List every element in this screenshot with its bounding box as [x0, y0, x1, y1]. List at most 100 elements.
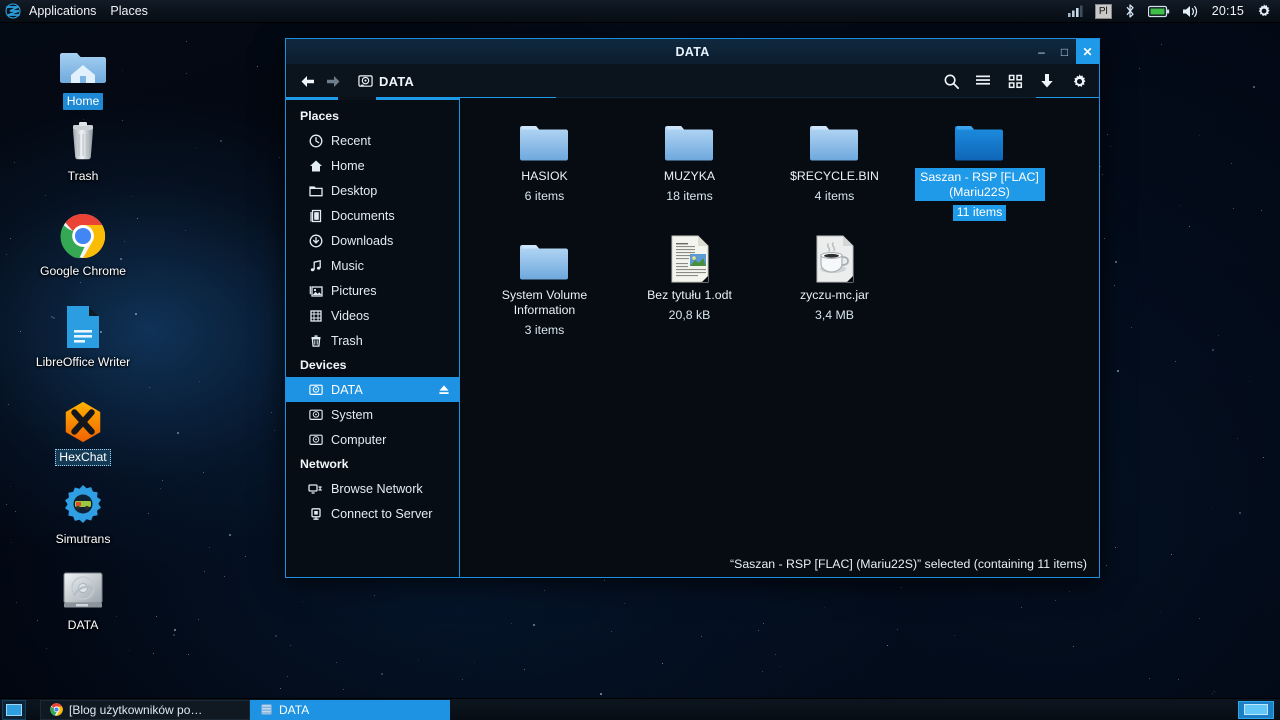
sidebar-item-system[interactable]: System: [286, 402, 459, 427]
file-item[interactable]: MUZYKA 18 items: [617, 108, 762, 227]
simutrans-icon: [59, 480, 107, 528]
file-item[interactable]: System Volume Information 3 items: [472, 227, 617, 345]
taskbar-item-label: DATA: [279, 702, 310, 717]
sidebar-item-desktop[interactable]: Desktop: [286, 178, 459, 203]
downloads-icon: [308, 233, 323, 248]
sidebar-item-label: Documents: [331, 208, 395, 223]
applications-menu[interactable]: Applications: [22, 1, 103, 21]
file-meta: 6 items: [524, 189, 565, 203]
taskbar-item[interactable]: [Blog użytkowników po…: [40, 699, 250, 720]
desktop-icon-label: Home: [62, 93, 104, 110]
keyboard-layout-indicator[interactable]: Pl: [1094, 2, 1112, 20]
home-icon: [308, 158, 323, 173]
gear-icon[interactable]: [1256, 2, 1272, 20]
folder-icon: [517, 233, 573, 283]
volume-icon[interactable]: [1182, 2, 1200, 20]
trash-icon: [308, 333, 323, 348]
sidebar-item-videos[interactable]: Videos: [286, 303, 459, 328]
libreoffice-writer-icon: [59, 303, 107, 351]
sidebar-section-places: Places: [300, 109, 339, 123]
status-text: “Saszan - RSP [FLAC] (Mariu22S)” selecte…: [730, 557, 1087, 571]
breadcrumb-label: DATA: [379, 73, 414, 89]
odt-document-icon: [662, 233, 718, 283]
sidebar-item-computer[interactable]: Computer: [286, 427, 459, 452]
file-item[interactable]: HASIOK 6 items: [472, 108, 617, 227]
sidebar-item-documents[interactable]: Documents: [286, 203, 459, 228]
file-view: HASIOK 6 items MUZYKA 18 items $RECYCLE.…: [460, 98, 1099, 577]
documents-icon: [308, 208, 323, 223]
search-icon[interactable]: [941, 71, 961, 91]
grid-view-icon[interactable]: [1005, 71, 1025, 91]
sidebar-item-pictures[interactable]: Pictures: [286, 278, 459, 303]
sidebar-item-trash[interactable]: Trash: [286, 328, 459, 353]
folder-icon: [662, 114, 718, 164]
file-item[interactable]: Saszan - RSP [FLAC] (Mariu22S) 11 items: [907, 108, 1052, 227]
sidebar-item-connect-to-server[interactable]: Connect to Server: [286, 501, 459, 526]
gear-icon[interactable]: [1069, 71, 1089, 91]
folder-icon: [807, 114, 863, 164]
sidebar-item-music[interactable]: Music: [286, 253, 459, 278]
maximize-button[interactable]: □: [1053, 39, 1076, 64]
sidebar-item-browse-network[interactable]: Browse Network: [286, 476, 459, 501]
videos-icon: [308, 308, 323, 323]
file-name: Saszan - RSP [FLAC] (Mariu22S): [914, 168, 1045, 201]
show-desktop-icon[interactable]: [2, 699, 26, 720]
desktop-icon-label: LibreOffice Writer: [35, 355, 131, 369]
taskbar-item[interactable]: DATA: [250, 699, 450, 720]
desktop-icon-hexchat[interactable]: HexChat: [28, 398, 138, 466]
eject-icon[interactable]: [437, 383, 451, 397]
music-note-icon: [308, 258, 323, 273]
drive-icon: [308, 432, 323, 447]
file-name: $RECYCLE.BIN: [790, 169, 879, 183]
workspace-switcher[interactable]: [1238, 700, 1274, 719]
sidebar-item-label: DATA: [331, 382, 363, 397]
places-menu[interactable]: Places: [103, 1, 155, 21]
window-title: DATA: [675, 44, 710, 59]
clock-icon: [308, 133, 323, 148]
workspace-1[interactable]: [1238, 700, 1274, 719]
pictures-icon: [308, 283, 323, 298]
battery-icon[interactable]: [1147, 2, 1170, 20]
bluetooth-icon[interactable]: [1124, 2, 1136, 20]
sidebar-section-network: Network: [300, 457, 349, 471]
desktop-screen: Applications Places Pl 20:15 Home Trash …: [0, 0, 1280, 720]
list-view-icon[interactable]: [973, 71, 993, 91]
zorin-logo-icon[interactable]: [4, 2, 22, 20]
desktop-icon-google-chrome[interactable]: Google Chrome: [28, 212, 138, 280]
desktop-folder-icon: [308, 183, 323, 198]
arrow-left-icon[interactable]: [294, 68, 320, 94]
sidebar-item-data[interactable]: DATA: [286, 377, 459, 402]
desktop-icon-libreoffice-writer[interactable]: LibreOffice Writer: [28, 303, 138, 371]
sidebar-item-downloads[interactable]: Downloads: [286, 228, 459, 253]
breadcrumb-data[interactable]: DATA: [352, 71, 420, 92]
google-chrome-icon: [49, 703, 63, 717]
desktop-icon-data-drive[interactable]: DATA: [28, 566, 138, 634]
drive-icon: [308, 407, 323, 422]
desktop-icon-simutrans[interactable]: Simutrans: [28, 480, 138, 548]
close-button[interactable]: ✕: [1076, 39, 1099, 64]
sidebar-item-recent[interactable]: Recent: [286, 128, 459, 153]
sidebar-item-label: Music: [331, 258, 364, 273]
file-meta: 4 items: [814, 189, 855, 203]
taskbar: [Blog użytkowników po… DATA: [0, 698, 1280, 720]
desktop-icon-label: HexChat: [55, 449, 111, 466]
sidebar-item-label: Desktop: [331, 183, 378, 198]
download-arrow-icon[interactable]: [1037, 71, 1057, 91]
desktop-icon-home[interactable]: Home: [28, 42, 138, 110]
window-title-bar[interactable]: DATA – □ ✕: [286, 39, 1099, 64]
sidebar-item-home[interactable]: Home: [286, 153, 459, 178]
file-meta: 11 items: [952, 205, 1007, 221]
drive-icon: [308, 382, 323, 397]
sidebar-item-label: Pictures: [331, 283, 377, 298]
file-item[interactable]: zyczu-mc.jar 3,4 MB: [762, 227, 907, 345]
minimize-button[interactable]: –: [1030, 39, 1053, 64]
arrow-right-icon[interactable]: [320, 68, 346, 94]
clock[interactable]: 20:15: [1212, 4, 1244, 18]
folder-icon: [952, 114, 1008, 164]
file-item[interactable]: $RECYCLE.BIN 4 items: [762, 108, 907, 227]
sidebar-item-label: Trash: [331, 333, 363, 348]
signal-strength-icon[interactable]: [1067, 2, 1083, 20]
task-list: [Blog użytkowników po… DATA: [40, 699, 450, 720]
desktop-icon-trash[interactable]: Trash: [28, 117, 138, 185]
file-item[interactable]: Bez tytułu 1.odt 20,8 kB: [617, 227, 762, 345]
